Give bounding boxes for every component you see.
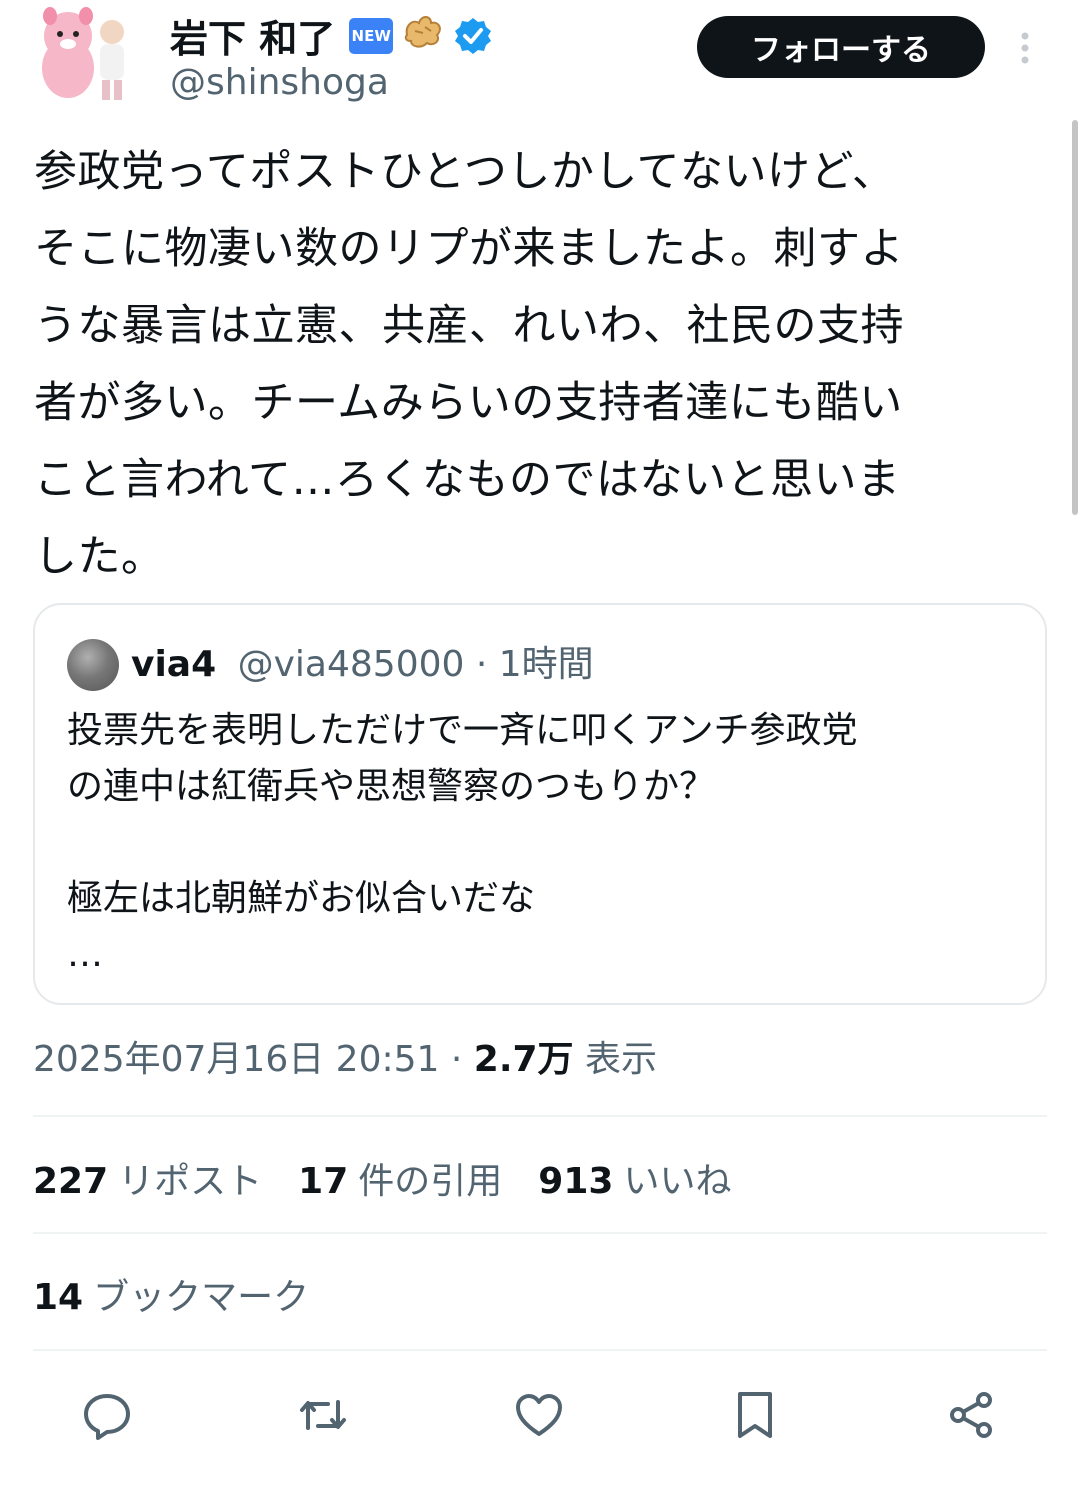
tweet-text: 参政党ってポストひとつしかしてないけど、 そこに物凄い数のリプが来ましたよ。刺す… bbox=[34, 147, 904, 582]
divider bbox=[33, 1232, 1047, 1234]
quote-author-name: via4 bbox=[131, 644, 217, 685]
share-icon[interactable] bbox=[944, 1388, 998, 1442]
author-name[interactable]: 岩下 和了 bbox=[170, 8, 335, 63]
likes-stat[interactable]: 913 いいね bbox=[538, 1152, 731, 1204]
author-avatar[interactable] bbox=[36, 6, 140, 104]
quotes-label: 件の引用 bbox=[358, 1161, 503, 1202]
like-icon[interactable] bbox=[512, 1388, 566, 1442]
reposts-count: 227 bbox=[33, 1161, 109, 1202]
bookmarks-stat[interactable]: 14 ブックマーク bbox=[33, 1268, 309, 1320]
quoted-tweet-card[interactable]: via4 @via485000 · 1時間 投票先を表明しただけで一斉に叩くアン… bbox=[33, 603, 1047, 1005]
quote-text: 投票先を表明しただけで一斉に叩くアンチ参政党 の連中は紅衛兵や思想警察のつもりか… bbox=[67, 710, 858, 975]
divider bbox=[33, 1115, 1047, 1117]
views-count: 2.7万 bbox=[473, 1039, 574, 1080]
scrollbar[interactable] bbox=[1072, 120, 1078, 515]
reposts-stat[interactable]: 227 リポスト bbox=[33, 1152, 262, 1204]
quote-time: · 1時間 bbox=[475, 644, 594, 685]
author-handle[interactable]: @shinshoga bbox=[170, 62, 389, 103]
quotes-stat[interactable]: 17 件の引用 bbox=[298, 1152, 502, 1204]
tweet-timestamp: 2025年07月16日 20:51 · 2.7万 表示 bbox=[33, 1030, 657, 1082]
reply-icon[interactable] bbox=[80, 1388, 134, 1442]
quote-author-handle: @via485000 bbox=[237, 644, 465, 685]
verified-badge-icon bbox=[453, 16, 493, 56]
quotes-count: 17 bbox=[298, 1161, 349, 1202]
likes-count: 913 bbox=[538, 1161, 614, 1202]
author-name-row[interactable]: 岩下 和了 NEW bbox=[170, 8, 493, 63]
views-label: 表示 bbox=[573, 1039, 657, 1080]
likes-label: いいね bbox=[623, 1161, 732, 1202]
divider bbox=[33, 1349, 1047, 1351]
new-badge-icon: NEW bbox=[349, 17, 394, 54]
bookmarks-label: ブックマーク bbox=[93, 1277, 310, 1318]
quote-header: via4 @via485000 · 1時間 bbox=[131, 635, 594, 687]
repost-icon[interactable] bbox=[296, 1388, 350, 1442]
quote-author-avatar bbox=[67, 639, 119, 691]
follow-button[interactable]: フォローする bbox=[697, 16, 985, 78]
tweet-datetime: 2025年07月16日 20:51 · bbox=[33, 1039, 474, 1080]
action-bar bbox=[0, 1380, 1080, 1450]
reposts-label: リポスト bbox=[118, 1161, 263, 1202]
more-options-icon[interactable] bbox=[1010, 28, 1040, 68]
bookmark-icon[interactable] bbox=[728, 1388, 782, 1442]
ginger-icon bbox=[401, 11, 445, 60]
bookmarks-count: 14 bbox=[33, 1277, 84, 1318]
engagement-stats: 227 リポスト 17 件の引用 913 いいね bbox=[33, 1152, 731, 1204]
